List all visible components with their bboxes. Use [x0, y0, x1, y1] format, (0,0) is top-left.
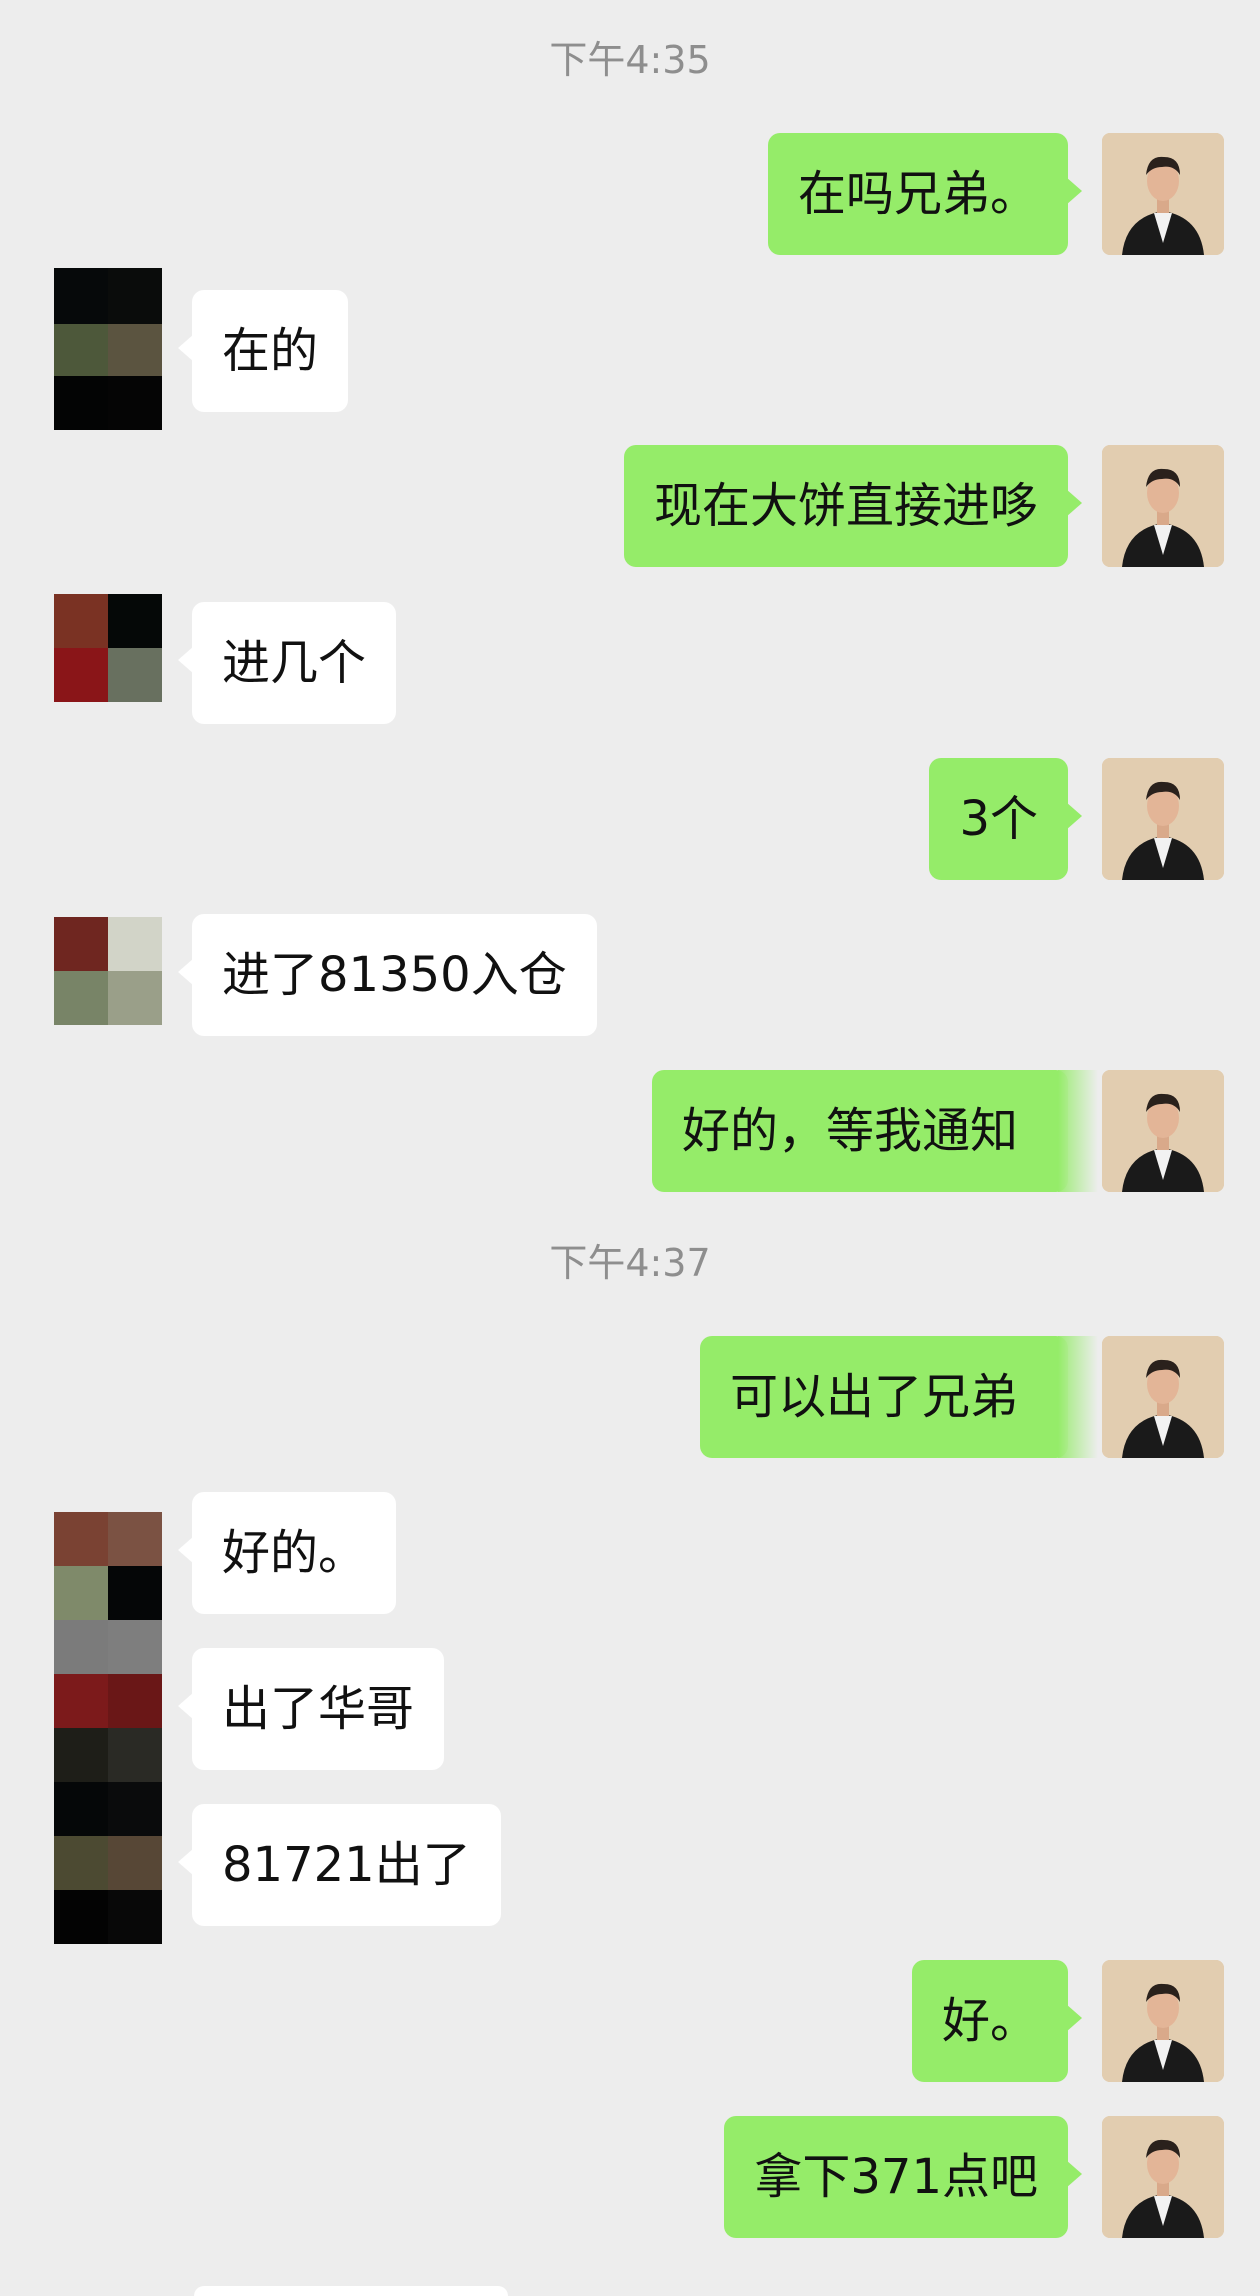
my-avatar-icon[interactable]	[1102, 1960, 1224, 2082]
timestamp: 下午4:37	[549, 1241, 711, 1285]
my-message-bubble[interactable]: 好。	[911, 1960, 1083, 2082]
contact-avatar-icon[interactable]	[54, 1512, 162, 1944]
my-avatar-icon[interactable]	[1102, 2116, 1224, 2238]
contact-message-bubble[interactable]: 81721出了	[178, 1804, 501, 1926]
my-avatar-icon[interactable]	[1102, 445, 1224, 567]
my-avatar-icon[interactable]	[1102, 758, 1224, 880]
chat-window[interactable]: 下午4:35 在吗兄弟。 在的 现在大饼直接进哆 进几个 3个 进了81350入…	[0, 0, 1260, 2296]
contact-message-bubble[interactable]: 出了华哥	[177, 1648, 445, 1770]
my-message-bubble[interactable]: 现在大饼直接进哆	[623, 445, 1083, 567]
contact-message-bubble[interactable]: 进几个	[177, 602, 397, 724]
contact-message-bubble[interactable]: 好的。	[177, 1492, 397, 1614]
my-avatar-icon[interactable]	[1102, 133, 1224, 255]
timestamp: 下午4:35	[549, 38, 711, 82]
my-message-bubble[interactable]: 在吗兄弟。	[767, 133, 1083, 255]
my-avatar-icon[interactable]	[1102, 1070, 1224, 1192]
contact-avatar-icon[interactable]	[54, 917, 162, 1025]
contact-message-bubble[interactable]: 在的	[177, 290, 349, 412]
my-message-bubble[interactable]: 可以出了兄弟	[699, 1336, 1099, 1458]
my-message-bubble[interactable]: 拿下371点吧	[724, 2116, 1082, 2238]
next-message-peek	[0, 2282, 1260, 2296]
my-message-bubble[interactable]: 3个	[929, 758, 1082, 880]
contact-avatar-icon[interactable]	[54, 594, 162, 702]
contact-message-bubble[interactable]: 进了81350入仓	[178, 914, 597, 1036]
my-message-bubble[interactable]: 好的，等我通知	[651, 1070, 1099, 1192]
contact-avatar-icon[interactable]	[54, 268, 162, 430]
my-avatar-icon[interactable]	[1102, 1336, 1224, 1458]
